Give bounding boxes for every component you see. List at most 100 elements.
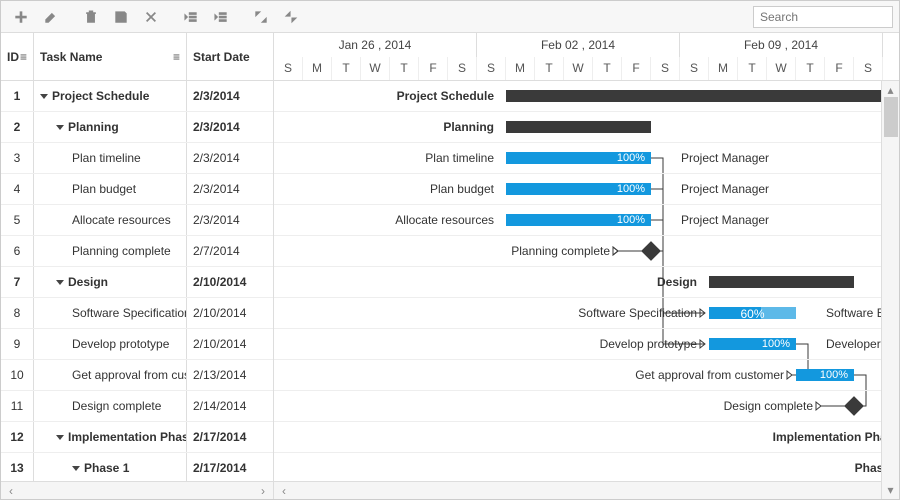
task-name: Plan budget [72, 182, 136, 196]
timeline-row: Plan timeline100%Project Manager [274, 143, 899, 174]
bar-label: Get approval from customer [274, 368, 784, 382]
scroll-up-icon[interactable]: ▴ [883, 83, 899, 97]
summary-bar[interactable] [709, 276, 854, 288]
add-button[interactable] [7, 4, 35, 30]
cell-id: 4 [1, 174, 34, 204]
task-name: Design complete [72, 399, 161, 413]
collapse-button[interactable] [277, 4, 305, 30]
left-hscroll[interactable]: ‹ › [1, 481, 273, 499]
expand-button[interactable] [247, 4, 275, 30]
task-bar[interactable]: 100% [506, 214, 651, 226]
cell-id: 11 [1, 391, 34, 421]
gantt-app: ID≡ Task Name≡ Start Date 1Project Sched… [0, 0, 900, 500]
grid-row[interactable]: 9Develop prototype2/10/2014 [1, 329, 273, 360]
caret-icon[interactable] [56, 435, 64, 440]
day-header: M [303, 57, 332, 81]
milestone-marker[interactable] [844, 396, 864, 416]
toolbar [1, 1, 899, 33]
edit-button[interactable] [37, 4, 65, 30]
week-header: Feb 09 , 2014 [680, 33, 883, 57]
bar-label: Design complete [274, 399, 813, 413]
timeline-row: Plan budget100%Project Manager [274, 174, 899, 205]
bar-label: Project Schedule [274, 89, 494, 103]
grid-row[interactable]: 8Software Specification2/10/2014 [1, 298, 273, 329]
cell-task: Plan budget [34, 174, 187, 204]
cell-task: Planning [34, 112, 187, 142]
grid-row[interactable]: 6Planning complete2/7/2014 [1, 236, 273, 267]
grid-row[interactable]: 11 Design complete 2/14/2014 [1, 391, 273, 422]
grid-row[interactable]: 7Design2/10/2014 [1, 267, 273, 298]
milestone-marker[interactable] [641, 241, 661, 261]
caret-icon[interactable] [72, 466, 80, 471]
outdent-button[interactable] [177, 4, 205, 30]
grid-row[interactable]: 2Planning2/3/2014 [1, 112, 273, 143]
cell-date: 2/10/2014 [187, 329, 273, 359]
cell-date: 2/13/2014 [187, 360, 273, 390]
cell-date: 2/14/2014 [187, 391, 273, 421]
delete-button[interactable] [77, 4, 105, 30]
resource-label: Project Manager [681, 213, 769, 227]
cell-id: 6 [1, 236, 34, 266]
timeline-row: Design [274, 267, 899, 298]
summary-bar[interactable] [506, 90, 894, 102]
caret-icon[interactable] [56, 125, 64, 130]
grid-row[interactable]: 4Plan budget2/3/2014 [1, 174, 273, 205]
task-bar[interactable]: 100% [506, 183, 651, 195]
day-header: T [332, 57, 361, 81]
scroll-left-icon[interactable]: ‹ [276, 484, 292, 498]
timeline-row: Get approval from customer 100% [274, 360, 899, 391]
cell-task: Design [34, 267, 187, 297]
scroll-left-icon[interactable]: ‹ [3, 484, 19, 498]
col-header-id[interactable]: ID≡ [1, 33, 34, 80]
right-vscroll[interactable]: ▴ ▾ [881, 81, 899, 499]
cell-id: 10 [1, 360, 34, 390]
summary-bar[interactable] [506, 121, 651, 133]
cell-id: 5 [1, 205, 34, 235]
gantt-body: ID≡ Task Name≡ Start Date 1Project Sched… [1, 33, 899, 499]
task-bar[interactable]: 100% [506, 152, 651, 164]
save-button[interactable] [107, 4, 135, 30]
cell-task: Plan timeline [34, 143, 187, 173]
day-header: S [680, 57, 709, 81]
week-header: Jan 26 , 2014 [274, 33, 477, 57]
scroll-down-icon[interactable]: ▾ [883, 483, 899, 497]
timeline-row: Software Specification60%Software Engine… [274, 298, 899, 329]
menu-icon[interactable]: ≡ [173, 50, 180, 64]
task-bar[interactable]: 100% [796, 369, 854, 381]
cancel-button[interactable] [137, 4, 165, 30]
caret-icon[interactable] [40, 94, 48, 99]
grid-row[interactable]: 3Plan timeline2/3/2014 [1, 143, 273, 174]
grid-row[interactable]: 5Allocate resources2/3/2014 [1, 205, 273, 236]
cell-task: Allocate resources [34, 205, 187, 235]
day-header: F [622, 57, 651, 81]
task-name: Project Schedule [52, 89, 149, 103]
grid-row[interactable]: 12Implementation Phase2/17/2014 [1, 422, 273, 453]
day-header: F [419, 57, 448, 81]
scroll-right-icon[interactable]: › [255, 484, 271, 498]
col-header-task[interactable]: Task Name≡ [34, 33, 187, 80]
task-name: Allocate resources [72, 213, 171, 227]
right-hscroll[interactable]: ‹ › [274, 481, 899, 499]
day-header: M [709, 57, 738, 81]
timeline-row: Implementation Phase [274, 422, 899, 453]
grid-row[interactable]: 13Phase 12/17/2014 [1, 453, 273, 481]
cell-task: Project Schedule [34, 81, 187, 111]
cell-id: 7 [1, 267, 34, 297]
task-bar[interactable]: 60% [709, 307, 796, 319]
resource-label: Developer [826, 337, 881, 351]
day-header: W [361, 57, 390, 81]
task-bar[interactable]: 100% [709, 338, 796, 350]
grid-row[interactable]: 10 Get approval from customer2/13/2014 [1, 360, 273, 391]
search-input[interactable] [753, 6, 893, 28]
indent-button[interactable] [207, 4, 235, 30]
cell-date: 2/7/2014 [187, 236, 273, 266]
caret-icon[interactable] [56, 280, 64, 285]
grid-row[interactable]: 1Project Schedule2/3/2014 [1, 81, 273, 112]
timeline-row: Planning [274, 112, 899, 143]
col-header-start[interactable]: Start Date [187, 33, 273, 80]
bar-label: Implementation Phase [274, 430, 899, 444]
bar-label: Plan budget [274, 182, 494, 196]
task-name: Get approval from customer [72, 368, 187, 382]
menu-icon[interactable]: ≡ [20, 50, 27, 64]
day-header: S [651, 57, 680, 81]
